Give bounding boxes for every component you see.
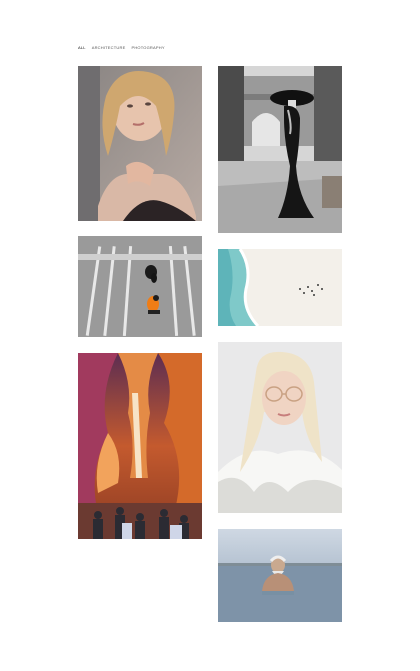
gallery-photo-crosswalk[interactable]	[78, 236, 202, 337]
gallery-photo-canyon[interactable]	[78, 353, 202, 539]
filter-all[interactable]: ALL	[78, 45, 86, 50]
filter-architecture[interactable]: ARCHITECTURE	[92, 45, 126, 50]
filter-photography[interactable]: PHOTOGRAPHY	[131, 45, 164, 50]
gallery-photo-water[interactable]	[218, 529, 342, 622]
gallery-photo-glasses-portrait[interactable]	[218, 342, 342, 513]
gallery-photo-portrait[interactable]	[78, 66, 202, 221]
gallery-photo-beach[interactable]	[218, 249, 342, 326]
filter-menu: ALL ARCHITECTURE PHOTOGRAPHY	[78, 45, 165, 50]
gallery-photo-street-dress[interactable]	[218, 66, 342, 233]
